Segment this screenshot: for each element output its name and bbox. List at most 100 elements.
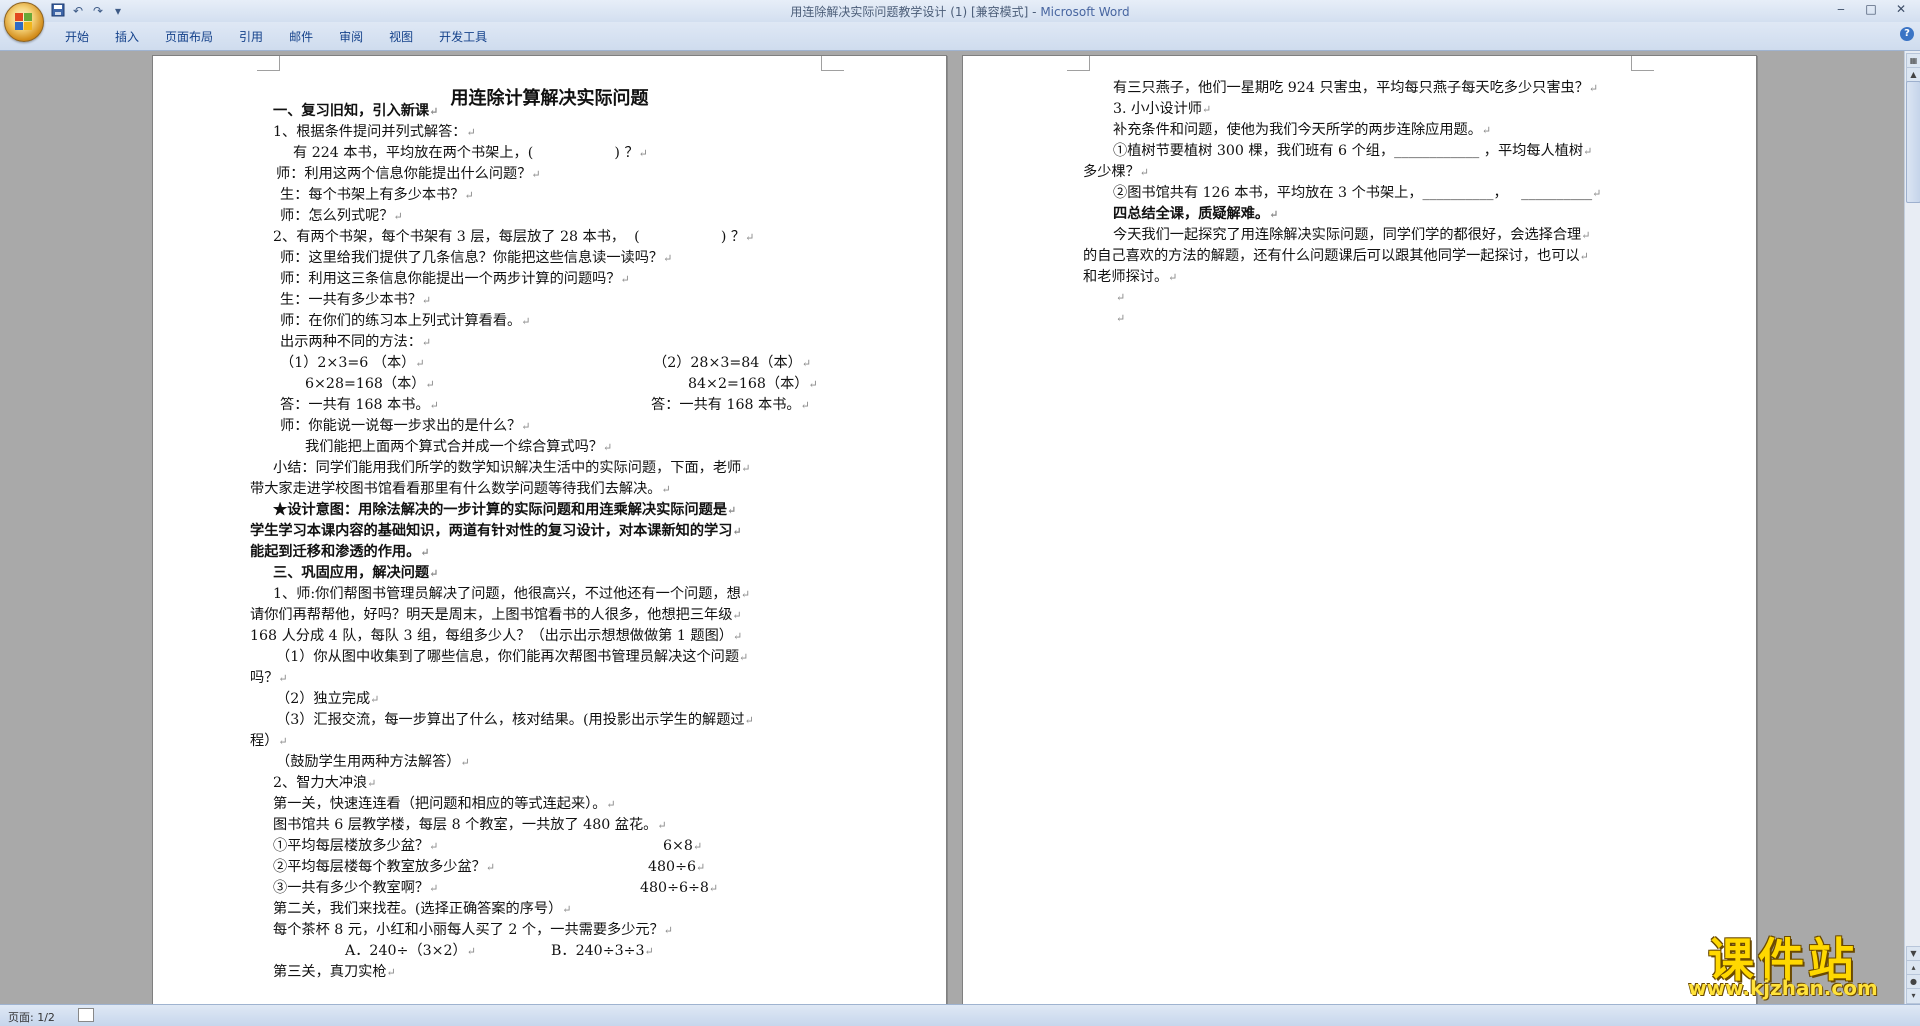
paragraph-mark-icon: ↵ [370, 693, 380, 706]
paragraph-mark-icon: ↵ [420, 546, 430, 559]
vertical-scrollbar[interactable]: ▦ ▲ ▼ ▴ ● ▾ [1904, 51, 1920, 1004]
text-line-content: 师：利用这两个信息你能提出什么问题？ [276, 166, 532, 182]
paragraph-mark-icon: ↵ [606, 798, 616, 811]
text-line-content: （鼓励学生用两种方法解答） [276, 754, 461, 770]
ribbon-tab[interactable]: 插入 [102, 28, 152, 46]
text-line-content: ②平均每层楼每个教室放多少盆？ [273, 859, 486, 875]
text-line: 学生学习本课内容的基础知识，两道有针对性的复习设计，对本课新知的学习↵ [250, 521, 742, 543]
text-line: 程）↵ [250, 731, 288, 753]
ribbon-tab[interactable]: 邮件 [276, 28, 326, 46]
office-button[interactable] [4, 2, 44, 42]
paragraph-mark-icon: ↵ [415, 357, 425, 370]
text-line: ②平均每层楼每个教室放多少盆？↵ [273, 857, 495, 879]
text-line: 今天我们一起探究了用连除解决实际问题，同学们学的都很好，会选择合理↵ [1113, 225, 1590, 247]
text-line: 1、师:你们帮图书管理员解决了问题，他很高兴，不过他还有一个问题，想↵ [273, 584, 750, 606]
minimize-button[interactable]: ‒ [1826, 0, 1856, 18]
document-page-1[interactable]: 用连除计算解决实际问题 一、复习旧知，引入新课↵ 1、根据条件提问并列式解答：↵ 有… [152, 55, 947, 1004]
text-line: 168 人分成 4 队，每队 3 组，每组多少人？（出示出示想想做做第 1 题图… [250, 626, 742, 648]
paragraph-mark-icon: ↵ [1269, 208, 1279, 221]
text-line: 和老师探讨。↵ [1083, 267, 1177, 289]
text-line-content: 师：利用这三条信息你能提出一个两步计算的问题吗？ [280, 271, 621, 287]
text-line: （1）你从图中收集到了哪些信息，你们能再次帮图书管理员解决这个问题↵ [276, 647, 748, 669]
paragraph-mark-icon: ↵ [1579, 250, 1589, 263]
text-line: ★设计意图：用除法解决的一步计算的实际问题和用连乘解决实际问题是↵ [273, 500, 736, 522]
ribbon-tab[interactable]: 开发工具 [426, 28, 500, 46]
page-count[interactable]: 页面: 1/2 [8, 1009, 55, 1025]
paragraph-mark-icon: ↵ [744, 714, 754, 727]
help-icon[interactable]: ? [1900, 27, 1914, 41]
paragraph-mark-icon: ↵ [644, 945, 654, 958]
text-line-content: 四总结全课，质疑解难。 [1113, 206, 1270, 222]
text-line-content: ②图书馆共有 126 本书，平均放在 3 个书架上，__________， __… [1113, 185, 1593, 201]
text-line: ①植树节要植树 300 棵，我们班有 6 个组，____________ ，平均… [1113, 141, 1592, 163]
text-line: （2）28×3=84（本）↵ [653, 353, 811, 375]
paragraph-mark-icon: ↵ [620, 273, 630, 286]
text-line: 出示两种不同的方法：↵ [280, 332, 431, 354]
proofing-icon[interactable] [78, 1008, 94, 1022]
paragraph-mark-icon: ↵ [1116, 291, 1126, 304]
text-line-content: 带大家走进学校图书馆看看那里有什么数学问题等待我们去解决。 [250, 481, 662, 497]
text-line: 师：利用这三条信息你能提出一个两步计算的问题吗？↵ [280, 269, 630, 291]
text-line: 每个茶杯 8 元，小红和小丽每人买了 2 个，一共需要多少元？↵ [273, 920, 673, 942]
text-line: 第一关，快速连连看（把问题和相应的等式连起来）。↵ [273, 794, 616, 816]
ribbon-tab[interactable]: 开始 [52, 28, 102, 46]
close-button[interactable]: ✕ [1886, 0, 1916, 18]
document-page-2[interactable]: 有三只燕子，他们一星期吃 924 只害虫，平均每只燕子每天吃多少只害虫？↵ 3. … [962, 55, 1757, 1004]
next-page-icon[interactable]: ▾ [1906, 988, 1920, 1004]
text-line: 带大家走进学校图书馆看看那里有什么数学问题等待我们去解决。↵ [250, 479, 671, 501]
paragraph-mark-icon: ↵ [1592, 187, 1602, 200]
text-line-content: 3. 小小设计师 [1113, 101, 1202, 117]
text-line: 多少棵？↵ [1083, 162, 1149, 184]
text-line-content: 小结：同学们能用我们所学的数学知识解决生活中的实际问题，下面，老师 [273, 460, 742, 476]
text-line: 480÷6÷8↵ [640, 878, 718, 900]
text-line-content: （2）独立完成 [276, 691, 371, 707]
text-line-content: 补充条件和问题，使他为我们今天所学的两步连除应用题。 [1113, 122, 1482, 138]
paragraph-mark-icon: ↵ [278, 735, 288, 748]
paragraph-mark-icon: ↵ [521, 315, 531, 328]
maximize-button[interactable]: □ [1856, 0, 1886, 18]
text-line-content: 师：这里给我们提供了几条信息？你能把这些信息读一读吗？ [280, 250, 664, 266]
text-line-content: 480÷6÷8 [640, 880, 709, 896]
paragraph-mark-icon: ↵ [367, 777, 377, 790]
text-line: 6×8↵ [663, 836, 702, 858]
ribbon-tab[interactable]: 视图 [376, 28, 426, 46]
paragraph-mark-icon: ↵ [466, 126, 476, 139]
ribbon-tab[interactable]: 引用 [226, 28, 276, 46]
ribbon-tab[interactable]: 页面布局 [152, 28, 226, 46]
text-line: 3. 小小设计师↵ [1113, 99, 1211, 121]
paragraph-mark-icon: ↵ [421, 294, 432, 307]
text-line: 6×28=168（本）↵ [305, 374, 435, 396]
text-line-content: 请你们再帮帮他，好吗？明天是周末，上图书馆看书的人很多，他想把三年级 [250, 607, 733, 623]
document-heading: 用连除计算解决实际问题 [450, 88, 649, 109]
text-line-content: 答：一共有 168 本书。 [651, 397, 801, 413]
paragraph-mark-icon: ↵ [521, 420, 531, 433]
scroll-thumb[interactable] [1906, 81, 1920, 203]
paragraph-mark-icon: ↵ [1116, 312, 1126, 325]
paragraph-mark-icon: ↵ [429, 399, 439, 412]
paragraph-mark-icon: ↵ [740, 588, 751, 601]
text-line-content: ★设计意图：用除法解决的一步计算的实际问题和用连乘解决实际问题是 [273, 502, 728, 518]
text-line: 师：利用这两个信息你能提出什么问题？↵ [276, 164, 541, 186]
text-line-content: 2、智力大冲浪 [273, 775, 368, 791]
paragraph-mark-icon: ↵ [278, 672, 288, 685]
text-line-content: （1）2×3=6 （本） [280, 355, 416, 371]
text-line: 答：一共有 168 本书。↵ [651, 395, 810, 417]
paragraph-mark-icon: ↵ [1168, 271, 1178, 284]
text-line-content: 吗？ [250, 670, 279, 686]
margin-corner-mark [1631, 56, 1654, 71]
ribbon-tab[interactable]: 审阅 [326, 28, 376, 46]
text-line-content: 6×8 [663, 838, 693, 854]
paragraph-mark-icon: ↵ [485, 861, 496, 874]
text-line: 生：一共有多少本书？↵ [280, 290, 431, 312]
text-line: 答：一共有 168 本书。↵ [280, 395, 439, 417]
document-workspace: 用连除计算解决实际问题 一、复习旧知，引入新课↵ 1、根据条件提问并列式解答：↵ 有… [0, 51, 1905, 1004]
text-line-content: 今天我们一起探究了用连除解决实际问题，同学们学的都很好，会选择合理 [1113, 227, 1582, 243]
text-line-content: 第二关，我们来找茬。(选择正确答案的序号） [273, 901, 563, 917]
text-line: B．240÷3÷3↵ [551, 941, 654, 963]
text-line-content: 学生学习本课内容的基础知识，两道有针对性的复习设计，对本课新知的学习 [250, 523, 733, 539]
paragraph-mark-icon: ↵ [745, 231, 755, 244]
text-line-content: 6×28=168（本） [305, 376, 426, 392]
text-line-content: 84×2=168（本） [688, 376, 809, 392]
paragraph-mark-icon: ↵ [1201, 103, 1212, 116]
text-line: 一、复习旧知，引入新课↵ [273, 101, 438, 123]
